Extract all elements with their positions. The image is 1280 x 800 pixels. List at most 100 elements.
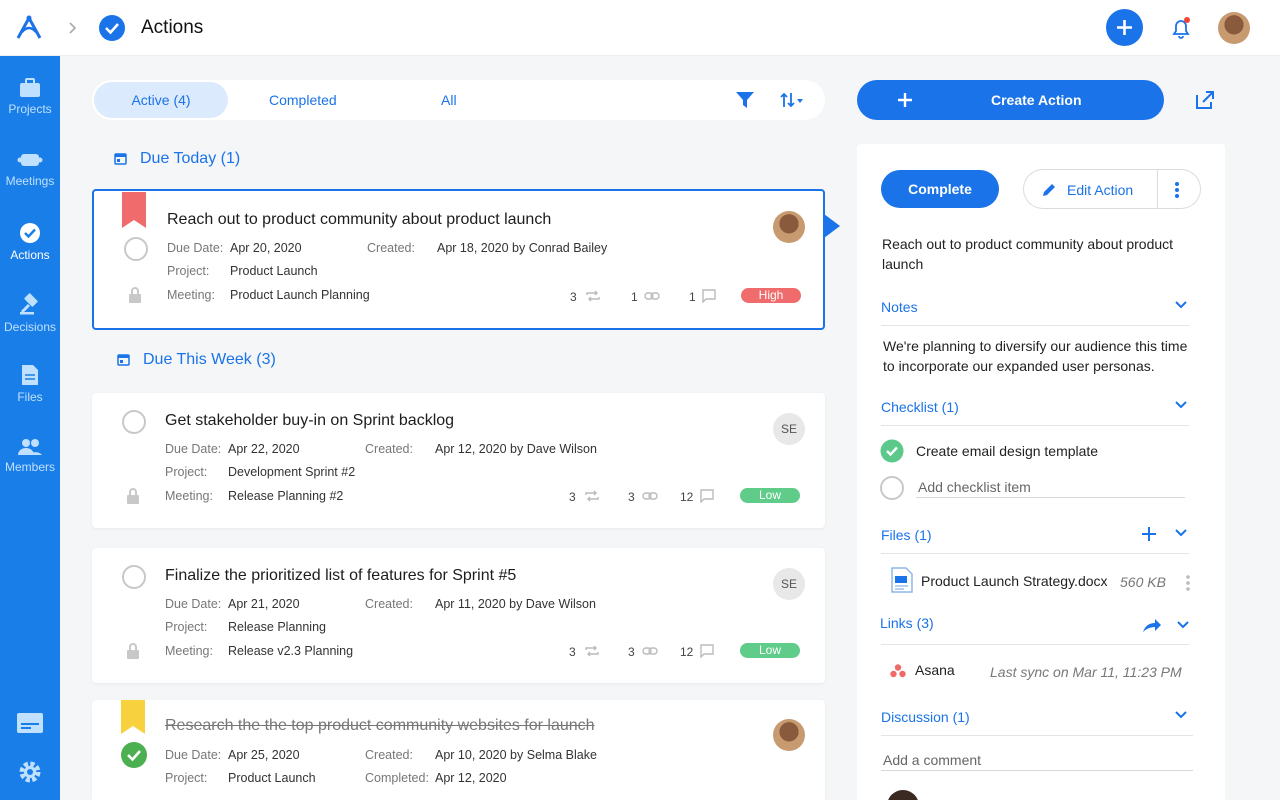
sidebar-item-projects[interactable]: Projects — [0, 78, 60, 116]
label-due-date: Due Date: — [165, 597, 222, 611]
chevron-down-icon[interactable] — [1176, 620, 1190, 630]
tab-completed[interactable]: Completed — [269, 82, 337, 118]
assignee-avatar[interactable] — [773, 719, 805, 751]
label-completed: Completed: — [365, 771, 429, 785]
board-icon[interactable] — [16, 711, 44, 735]
project-value: Product Launch — [228, 771, 316, 785]
link-name[interactable]: Asana — [915, 660, 955, 680]
lock-icon — [129, 287, 141, 303]
complete-checkbox[interactable] — [122, 410, 146, 434]
group-heading-week: Due This Week (3) — [143, 351, 276, 368]
link-sync-status: Last sync on Mar 11, 11:23 PM — [990, 664, 1182, 680]
sidebar-item-label: Meetings — [5, 174, 55, 188]
action-card-completed[interactable]: Research the the top product community w… — [92, 700, 825, 800]
app-logo-icon[interactable] — [14, 14, 44, 42]
add-button[interactable] — [1106, 9, 1143, 46]
chevron-down-icon[interactable] — [1174, 300, 1188, 310]
action-card[interactable]: Finalize the prioritized list of feature… — [92, 548, 825, 683]
files-heading[interactable]: Files (1) — [881, 527, 932, 543]
divider — [881, 644, 1189, 645]
chevron-down-icon[interactable] — [1174, 710, 1188, 720]
action-title[interactable]: Finalize the prioritized list of feature… — [165, 567, 516, 585]
links-heading[interactable]: Links (3) — [880, 615, 934, 631]
create-action-label: Create Action — [991, 92, 1082, 108]
recurrence-count: 3 — [569, 645, 576, 659]
comment-input[interactable]: Add a comment — [883, 750, 981, 770]
complete-checkbox[interactable] — [122, 565, 146, 589]
priority-badge: Low — [740, 488, 800, 503]
meeting-value[interactable]: Product Launch Planning — [230, 288, 370, 302]
lock-icon — [127, 488, 139, 504]
sidebar-item-members[interactable]: Members — [0, 438, 60, 474]
checked-circle-icon[interactable] — [880, 439, 904, 463]
file-name[interactable]: Product Launch Strategy.docx — [921, 571, 1108, 591]
comment-icon — [700, 644, 714, 658]
notes-heading[interactable]: Notes — [881, 299, 918, 315]
complete-checkbox[interactable] — [124, 237, 148, 261]
sidebar-item-label: Files — [17, 390, 43, 404]
link-count: 3 — [628, 490, 635, 504]
members-icon — [18, 439, 42, 455]
action-title[interactable]: Get stakeholder buy-in on Sprint backlog — [165, 412, 454, 430]
plus-icon[interactable] — [1141, 526, 1157, 542]
divider — [1157, 170, 1158, 208]
calendar-icon — [117, 354, 130, 366]
created-value: Apr 18, 2020 by Conrad Bailey — [437, 241, 608, 255]
assignee-initials[interactable]: SE — [773, 568, 805, 600]
label-project: Project: — [165, 465, 208, 479]
edit-action-button[interactable]: Edit Action — [1067, 182, 1133, 198]
meeting-value[interactable]: Release v2.3 Planning — [228, 644, 353, 658]
chevron-down-icon[interactable] — [1174, 400, 1188, 410]
divider — [916, 497, 1185, 498]
bookmark-icon — [122, 192, 146, 228]
due-date-value: Apr 25, 2020 — [228, 748, 300, 762]
create-action-button[interactable]: Create Action — [857, 80, 1164, 120]
action-card[interactable]: Get stakeholder buy-in on Sprint backlog… — [92, 393, 825, 528]
tab-all[interactable]: All — [441, 82, 457, 118]
gavel-icon — [20, 293, 38, 315]
sidebar-item-meetings[interactable]: Meetings — [0, 150, 60, 188]
project-value: Release Planning — [228, 620, 326, 634]
discussion-heading[interactable]: Discussion (1) — [881, 709, 970, 725]
project-value: Product Launch — [230, 264, 318, 278]
edit-action-group: Edit Action — [1023, 169, 1201, 209]
action-title[interactable]: Research the the top product community w… — [165, 717, 595, 735]
meeting-value[interactable]: Release Planning #2 — [228, 489, 343, 503]
assignee-avatar[interactable] — [773, 211, 805, 243]
checklist-new-checkbox[interactable] — [880, 476, 904, 500]
checklist-heading[interactable]: Checklist (1) — [881, 399, 959, 415]
label-project: Project: — [165, 771, 208, 785]
action-title[interactable]: Reach out to product community about pro… — [167, 211, 551, 229]
action-card-selected[interactable]: Reach out to product community about pro… — [92, 189, 825, 330]
comment-count: 12 — [680, 490, 694, 504]
sidebar-item-actions[interactable]: Actions — [0, 222, 60, 262]
recurrence-count: 3 — [569, 490, 576, 504]
chevron-down-icon[interactable] — [1174, 528, 1188, 538]
assignee-initials[interactable]: SE — [773, 413, 805, 445]
checklist-add-input[interactable]: Add checklist item — [918, 477, 1031, 497]
more-vertical-icon[interactable] — [1185, 574, 1191, 592]
more-vertical-icon[interactable] — [1174, 181, 1180, 199]
label-meeting: Meeting: — [165, 644, 213, 658]
user-avatar[interactable] — [1218, 12, 1250, 44]
comment-count: 1 — [689, 290, 696, 304]
bell-icon[interactable] — [1168, 15, 1194, 41]
complete-button[interactable]: Complete — [881, 170, 999, 208]
sidebar-item-decisions[interactable]: Decisions — [0, 292, 60, 334]
filter-bar: Active (4) Completed All — [92, 80, 825, 120]
label-project: Project: — [165, 620, 208, 634]
action-detail-panel: Complete Edit Action Reach out to produc… — [857, 144, 1225, 800]
sort-icon[interactable] — [779, 91, 805, 109]
sidebar-item-files[interactable]: Files — [0, 364, 60, 404]
export-icon[interactable] — [1194, 89, 1216, 111]
file-size: 560 KB — [1120, 574, 1166, 590]
gear-icon[interactable] — [17, 759, 43, 785]
label-due-date: Due Date: — [165, 442, 222, 456]
label-created: Created: — [367, 241, 415, 255]
completed-check-icon[interactable] — [120, 741, 148, 769]
created-value: Apr 10, 2020 by Selma Blake — [435, 748, 597, 762]
tab-active[interactable]: Active (4) — [94, 82, 228, 118]
filter-icon[interactable] — [735, 90, 755, 110]
link-count: 3 — [628, 645, 635, 659]
share-arrow-icon[interactable] — [1142, 617, 1162, 633]
